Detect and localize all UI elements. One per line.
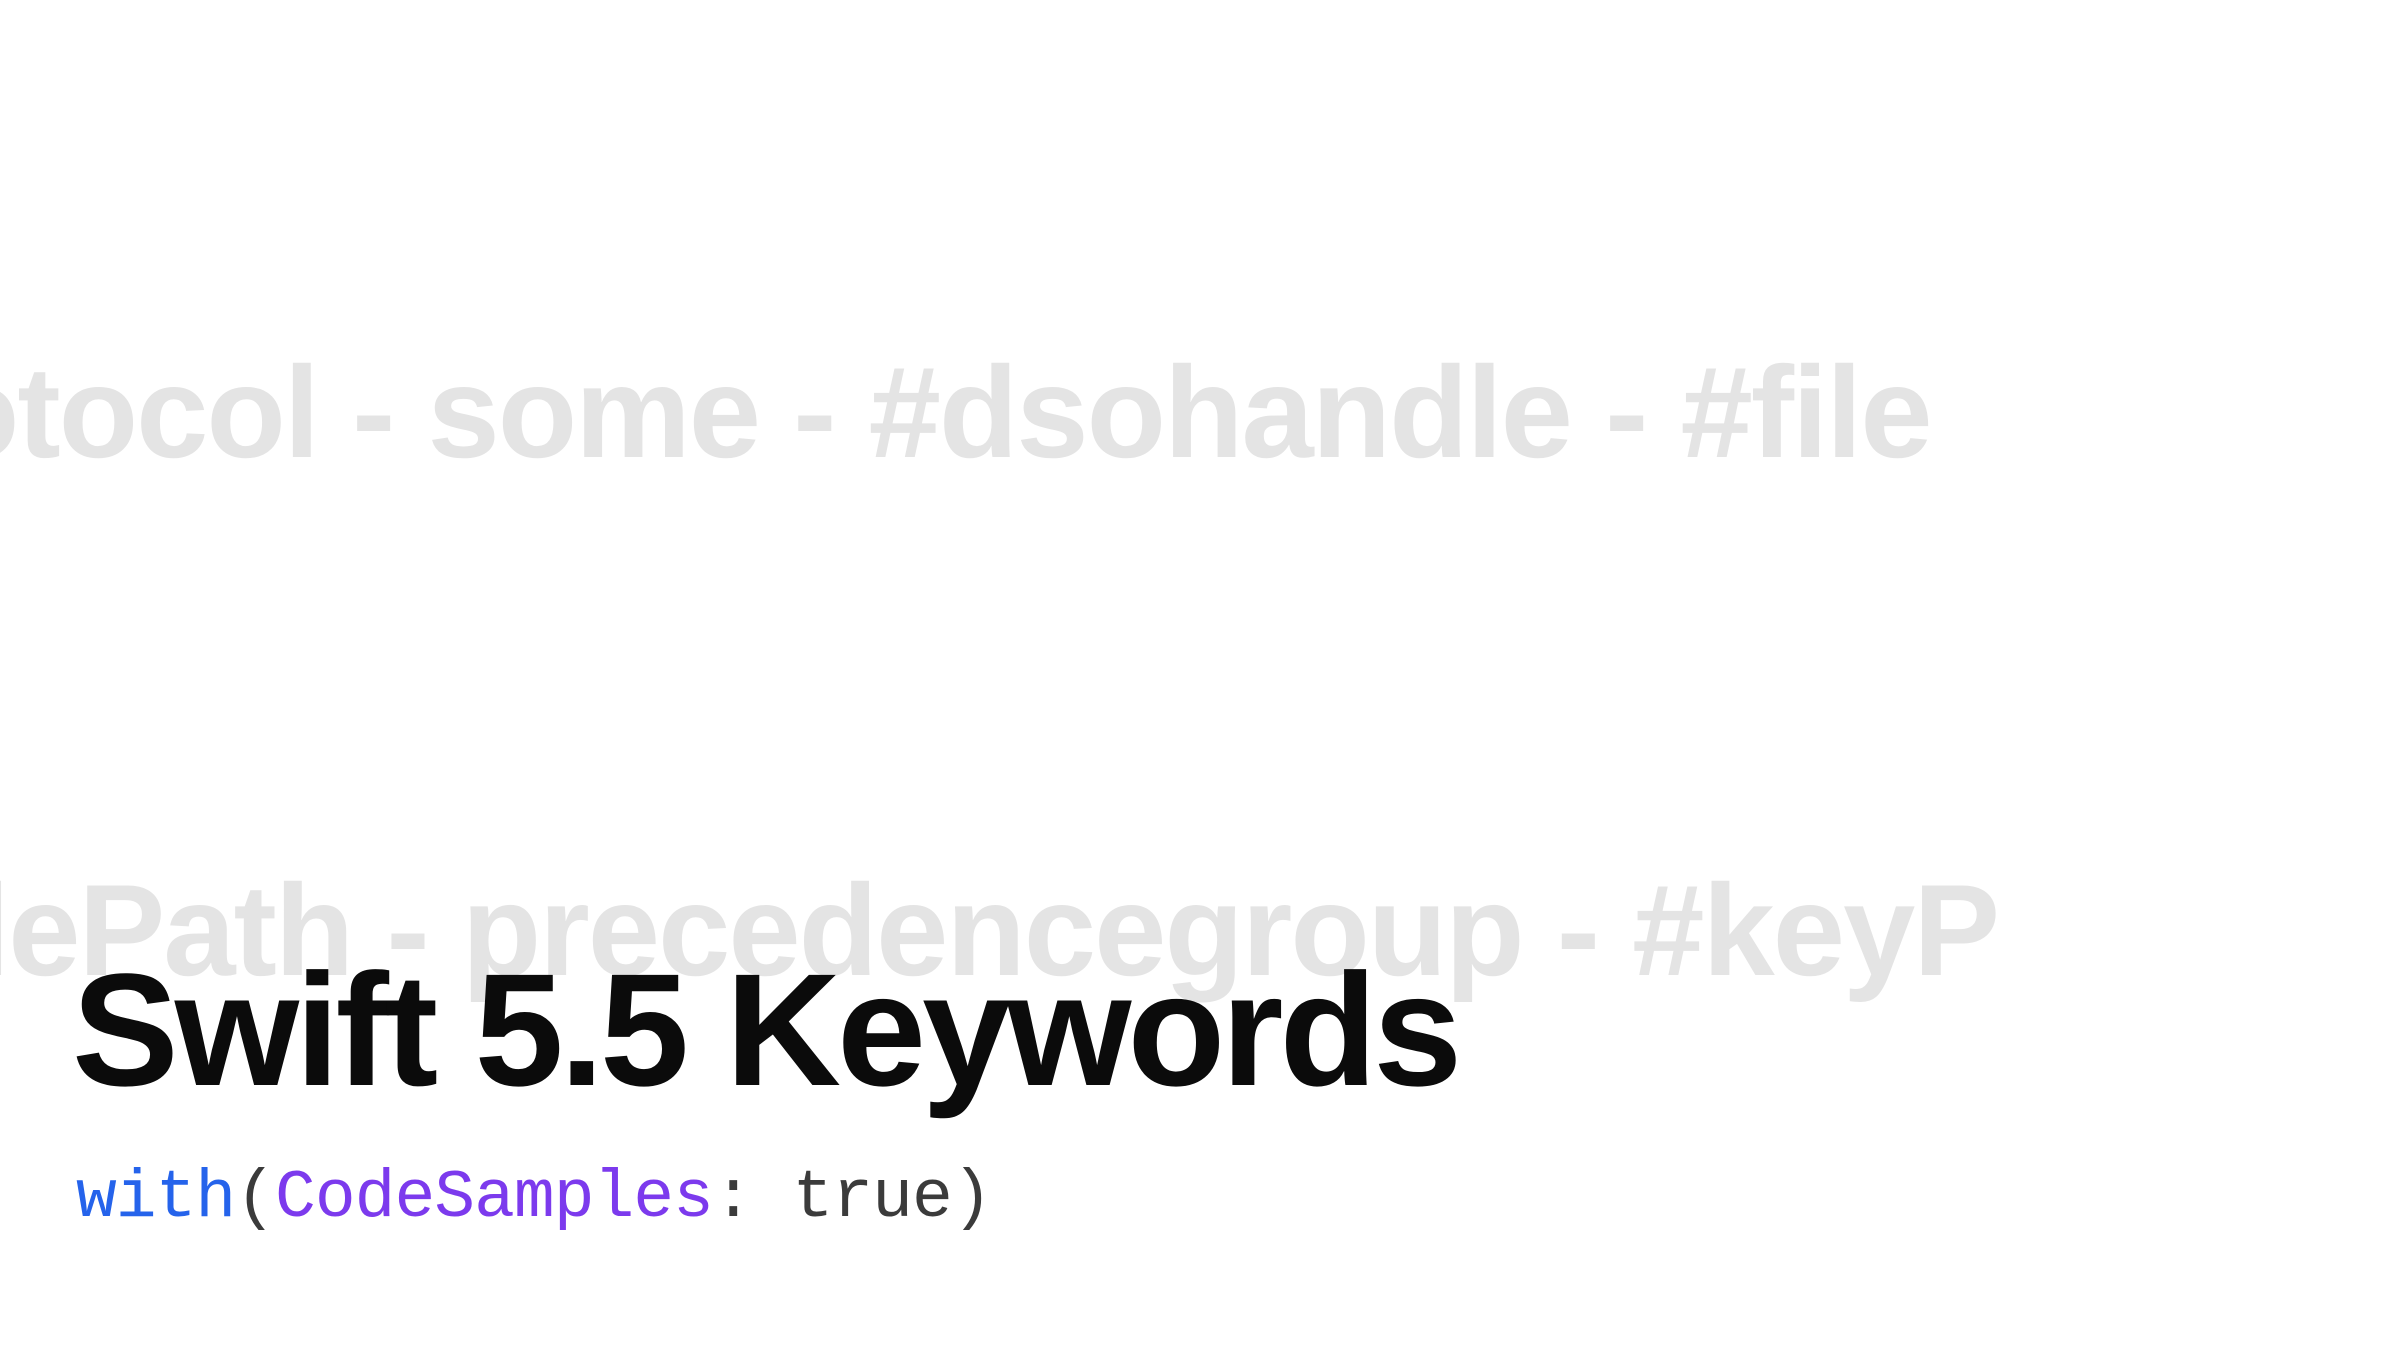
slide: otocol - some - #dsohandle - #file ilePa… bbox=[0, 0, 2400, 1350]
subtitle-code: with(CodeSamples: true) bbox=[76, 1160, 992, 1237]
code-keyword: with bbox=[76, 1160, 235, 1237]
code-punct: : bbox=[713, 1160, 793, 1237]
background-keywords: otocol - some - #dsohandle - #file ilePa… bbox=[0, 0, 2400, 1350]
code-punct: ) bbox=[952, 1160, 992, 1237]
page-title: Swift 5.5 Keywords bbox=[72, 950, 1458, 1110]
code-value: true bbox=[793, 1160, 952, 1237]
code-punct: ( bbox=[235, 1160, 275, 1237]
bg-line: otocol - some - #dsohandle - #file bbox=[0, 326, 2400, 499]
code-arg-label: CodeSamples bbox=[275, 1160, 713, 1237]
